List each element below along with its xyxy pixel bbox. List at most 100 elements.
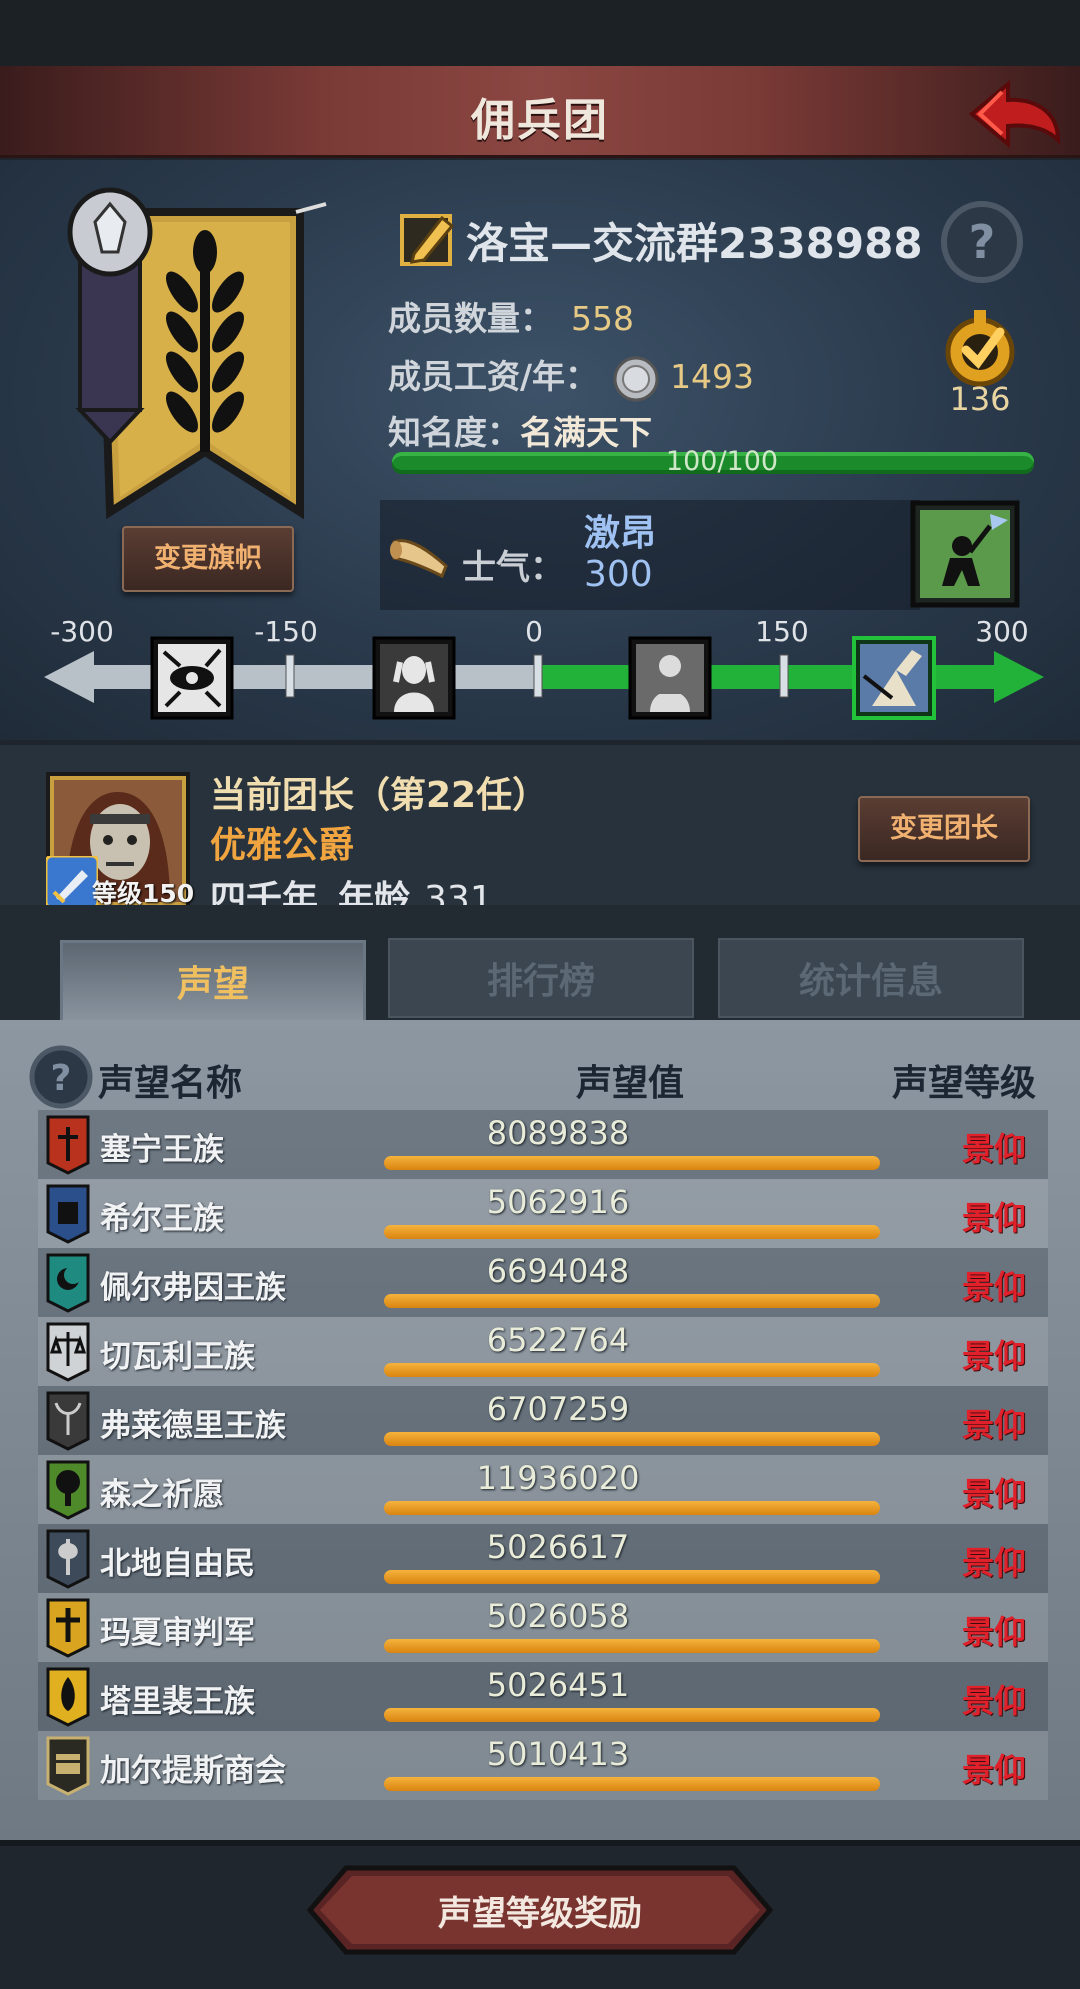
- reputation-bar: [384, 1225, 880, 1239]
- fame-progress-text: 100/100: [665, 446, 779, 477]
- red-skull-banner-icon: [46, 1115, 90, 1175]
- faction-name: 弗莱德里王族: [100, 1408, 286, 1444]
- reputation-row[interactable]: 森之祈愿 11936020 景仰: [38, 1455, 1048, 1524]
- mood-despair-icon[interactable]: [372, 636, 456, 720]
- reputation-row[interactable]: 弗莱德里王族 6707259 景仰: [38, 1386, 1048, 1455]
- reputation-value: 6522764: [486, 1321, 630, 1359]
- scale-label-min: -300: [50, 615, 114, 648]
- morale-effect-icon[interactable]: [910, 500, 1020, 608]
- tab-leaderboard[interactable]: 排行榜: [388, 938, 694, 1018]
- svg-text:?: ?: [969, 215, 996, 269]
- member-count-row: 成员数量： 558: [388, 292, 634, 340]
- reputation-bar: [384, 1156, 880, 1170]
- faction-name: 佩尔弗因王族: [100, 1270, 286, 1306]
- blue-castle-banner-icon: [46, 1184, 90, 1244]
- reputation-bar: [384, 1639, 880, 1653]
- reputation-level: 景仰: [961, 1130, 1026, 1168]
- silver-coin-icon: [612, 355, 660, 403]
- gold-flame-banner-icon: [46, 1667, 90, 1727]
- faction-name: 加尔提斯商会: [100, 1753, 286, 1789]
- back-arrow-icon: [968, 79, 1061, 149]
- reputation-bar: [384, 1777, 880, 1791]
- leader-name: 优雅公爵: [210, 825, 355, 866]
- mood-broken-icon[interactable]: [150, 636, 234, 720]
- reputation-row[interactable]: 希尔王族 5062916 景仰: [38, 1179, 1048, 1248]
- dark-horns-banner-icon: [46, 1391, 90, 1451]
- reputation-help-icon[interactable]: ?: [28, 1044, 94, 1110]
- reputation-level: 景仰: [961, 1199, 1026, 1237]
- reputation-level: 景仰: [961, 1337, 1026, 1375]
- salary-label: 成员工资/年：: [388, 357, 599, 396]
- reputation-bar: [384, 1501, 880, 1515]
- change-flag-button[interactable]: 变更旗帜: [122, 526, 294, 592]
- faction-name: 北地自由民: [100, 1546, 255, 1582]
- reputation-bar: [384, 1432, 880, 1446]
- reputation-value: 6707259: [486, 1390, 630, 1428]
- teal-moon-banner-icon: [46, 1253, 90, 1313]
- faction-name: 森之祈愿: [100, 1477, 224, 1513]
- column-header-name: 声望名称: [98, 1063, 243, 1104]
- reputation-bar: [384, 1363, 880, 1377]
- reputation-level: 景仰: [961, 1268, 1026, 1306]
- morale-state: 激昂: [584, 513, 657, 554]
- column-header-level: 声望等级: [892, 1063, 1037, 1104]
- reputation-level: 景仰: [961, 1751, 1026, 1789]
- faction-name: 希尔王族: [100, 1201, 224, 1237]
- tab-statistics[interactable]: 统计信息: [718, 938, 1024, 1018]
- faction-name: 切瓦利王族: [100, 1339, 255, 1375]
- member-count-value: 558: [571, 299, 634, 338]
- reputation-level: 景仰: [961, 1682, 1026, 1720]
- faction-name: 玛夏审判军: [100, 1615, 255, 1651]
- reputation-bar: [384, 1570, 880, 1584]
- back-button[interactable]: [962, 70, 1072, 160]
- svg-text:?: ?: [51, 1058, 72, 1099]
- morale-label: 士气：: [462, 548, 564, 588]
- reputation-value: 5062916: [486, 1183, 630, 1221]
- reputation-row[interactable]: 塞宁王族 8089838 景仰: [38, 1110, 1048, 1179]
- reputation-value: 5026058: [486, 1597, 630, 1635]
- reputation-bar: [384, 1294, 880, 1308]
- rename-pencil-icon[interactable]: [398, 208, 460, 270]
- reputation-row[interactable]: 佩尔弗因王族 6694048 景仰: [38, 1248, 1048, 1317]
- page-title: 佣兵团: [471, 95, 609, 146]
- scale-label-150: 150: [755, 615, 809, 648]
- faction-name: 塔里裴王族: [100, 1684, 255, 1720]
- reputation-value: 5010413: [486, 1735, 630, 1773]
- scale-label-max: 300: [975, 615, 1029, 648]
- reputation-row[interactable]: 切瓦利王族 6522764 景仰: [38, 1317, 1048, 1386]
- faction-name: 塞宁王族: [100, 1132, 224, 1168]
- morale-value: 300: [584, 554, 653, 595]
- mood-excited-icon[interactable]: [852, 636, 936, 720]
- reputation-value: 5026617: [486, 1528, 630, 1566]
- reputation-row[interactable]: 加尔提斯商会 5010413 景仰: [38, 1731, 1048, 1800]
- reputation-value: 11936020: [476, 1459, 640, 1497]
- reputation-level: 景仰: [961, 1613, 1026, 1651]
- reputation-row[interactable]: 北地自由民 5026617 景仰: [38, 1524, 1048, 1593]
- change-leader-button[interactable]: 变更团长: [858, 796, 1030, 862]
- status-bar-area: [0, 0, 1080, 70]
- green-tree-banner-icon: [46, 1460, 90, 1520]
- help-icon[interactable]: ?: [940, 200, 1024, 284]
- salary-row: 成员工资/年： 1493: [388, 350, 754, 403]
- axe-banner-icon: [46, 1529, 90, 1589]
- salary-value: 1493: [670, 357, 755, 396]
- mood-calm-icon[interactable]: [628, 636, 712, 720]
- reputation-list: 塞宁王族 8089838 景仰 希尔王族 5062916 景仰 佩尔弗因王族 6…: [38, 1110, 1048, 1800]
- scale-label-minus150: -150: [254, 615, 318, 648]
- scale-label-zero: 0: [525, 615, 543, 648]
- reputation-row[interactable]: 玛夏审判军 5026058 景仰: [38, 1593, 1048, 1662]
- leader-title: 当前团长（第22任）: [210, 775, 549, 816]
- reputation-value: 6694048: [486, 1252, 630, 1290]
- guild-banner[interactable]: [40, 182, 340, 522]
- reputation-level: 景仰: [961, 1406, 1026, 1444]
- tab-reputation[interactable]: 声望: [60, 940, 366, 1030]
- reputation-reward-label: 声望等级奖励: [438, 1894, 642, 1934]
- title-bar: 佣兵团: [0, 66, 1080, 158]
- horn-icon: [388, 526, 454, 586]
- scales-banner-icon: [46, 1322, 90, 1382]
- chest-banner-icon: [46, 1736, 90, 1796]
- gold-cross-banner-icon: [46, 1598, 90, 1658]
- reputation-row[interactable]: 塔里裴王族 5026451 景仰: [38, 1662, 1048, 1731]
- achievement-count: 136: [949, 380, 1011, 418]
- column-header-value: 声望值: [576, 1063, 685, 1104]
